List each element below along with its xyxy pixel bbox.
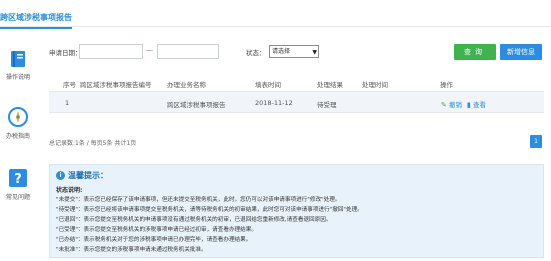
col-header-actions: 操作 bbox=[440, 81, 453, 89]
cell-index: 1 bbox=[65, 99, 70, 107]
tips-title-text: 温馨提示： bbox=[68, 171, 108, 180]
view-link[interactable]: 查看 bbox=[473, 101, 486, 109]
cell-fill-time: 2018-11-12 bbox=[255, 99, 293, 107]
tips-line: "已办结"：表示税务机关对于您的涉税事项申请已办理完毕，请查看办理结果。 bbox=[56, 237, 252, 243]
status-label: 状态： bbox=[246, 49, 266, 57]
revoke-action[interactable]: ✎ 撤销 bbox=[441, 99, 462, 109]
view-action[interactable]: ▮ 查看 bbox=[467, 99, 486, 109]
query-button[interactable]: 查询 bbox=[454, 44, 496, 60]
status-selected-value: 请选择 bbox=[272, 48, 291, 55]
col-header-business: 办理业务名称 bbox=[167, 81, 206, 89]
revoke-link[interactable]: 撤销 bbox=[449, 101, 462, 109]
sidebar: 操作说明 办税指南 ? 常见问题 bbox=[0, 28, 40, 261]
tips-line: "未提交"：表示您已经保存了该申请事项，但还未提交至税务机关，此时，您仍可以对该… bbox=[56, 197, 341, 203]
add-info-button[interactable]: 新增信息 bbox=[500, 44, 542, 60]
col-header-result: 处理结果 bbox=[317, 81, 343, 89]
date-to-input[interactable] bbox=[157, 44, 219, 59]
tips-line: "已受理"：表示您提交至税务机关的涉税事项申请已经过初审，请查看办理结果。 bbox=[56, 227, 257, 233]
tips-line: "待受理"：表示您已经将该申请事项提交至税务机关，请等待税务机关的初审结果，此时… bbox=[56, 207, 363, 213]
tips-panel: i 温馨提示： 状态说明: "未提交"：表示您已经保存了该申请事项，但还未提交至税… bbox=[49, 164, 544, 258]
info-icon: i bbox=[56, 171, 65, 180]
document-icon: ▮ bbox=[467, 101, 471, 109]
table-header: 序号 跨区域涉税事项报告编号 办理业务名称 填表时间 处理结果 处理时间 操作 bbox=[49, 74, 544, 91]
sidebar-item-guide[interactable]: 办税指南 bbox=[0, 107, 36, 140]
date-from-input[interactable] bbox=[79, 44, 143, 59]
sidebar-item-instructions[interactable]: 操作说明 bbox=[0, 50, 36, 81]
sidebar-item-label: 操作说明 bbox=[5, 74, 30, 81]
pencil-icon: ✎ bbox=[441, 101, 447, 109]
col-header-handle-time: 处理时间 bbox=[362, 81, 388, 89]
sidebar-item-label: 办税指南 bbox=[5, 133, 30, 140]
sidebar-item-label: 常见问题 bbox=[5, 194, 30, 201]
col-header-index: 序号 bbox=[63, 81, 76, 89]
cell-result: 待受理 bbox=[317, 101, 337, 109]
page-title-tab[interactable]: 跨区域涉税事项报告 bbox=[0, 12, 72, 29]
table-row: 1 跨区域涉税事项报告 2018-11-12 待受理 ✎ 撤销 ▮ 查看 bbox=[49, 91, 544, 113]
tips-line: "已退回"：表示您提交至税务机关的申请事项没有通过税务机关的初审，已退回给您重新… bbox=[56, 217, 332, 223]
report-table: 序号 跨区域涉税事项报告编号 办理业务名称 填表时间 处理结果 处理时间 操作 … bbox=[49, 74, 544, 113]
tips-subtitle: 状态说明: bbox=[56, 187, 83, 194]
cell-business: 跨区域涉税事项报告 bbox=[167, 101, 226, 109]
chevron-down-icon: ▼ bbox=[312, 49, 317, 56]
page-button-current[interactable]: 1 bbox=[530, 135, 542, 148]
date-separator: — bbox=[146, 46, 153, 54]
tips-title: i 温馨提示： bbox=[56, 170, 108, 181]
status-select[interactable]: 请选择 ▼ bbox=[269, 45, 319, 58]
sidebar-item-faq[interactable]: ? 常见问题 bbox=[0, 168, 36, 201]
col-header-report-no: 跨区域涉税事项报告编号 bbox=[80, 81, 152, 89]
compass-icon bbox=[8, 107, 28, 127]
title-bar: 跨区域涉税事项报告 bbox=[0, 0, 551, 29]
filter-bar: 申请日期： — 状态： 请选择 ▼ 查询 新增信息 bbox=[49, 44, 544, 60]
question-icon: ? bbox=[9, 169, 27, 187]
col-header-fill-time: 填表时间 bbox=[255, 81, 281, 89]
tips-line: "未批准"：表示您提交的涉税事项申请未通过税务机关批准。 bbox=[56, 247, 207, 253]
book-icon bbox=[11, 51, 25, 67]
pagination-summary: 总记录数:1条 / 每页5条 共计1页 bbox=[49, 140, 137, 147]
svg-text:?: ? bbox=[14, 172, 22, 187]
date-label: 申请日期： bbox=[49, 49, 82, 57]
